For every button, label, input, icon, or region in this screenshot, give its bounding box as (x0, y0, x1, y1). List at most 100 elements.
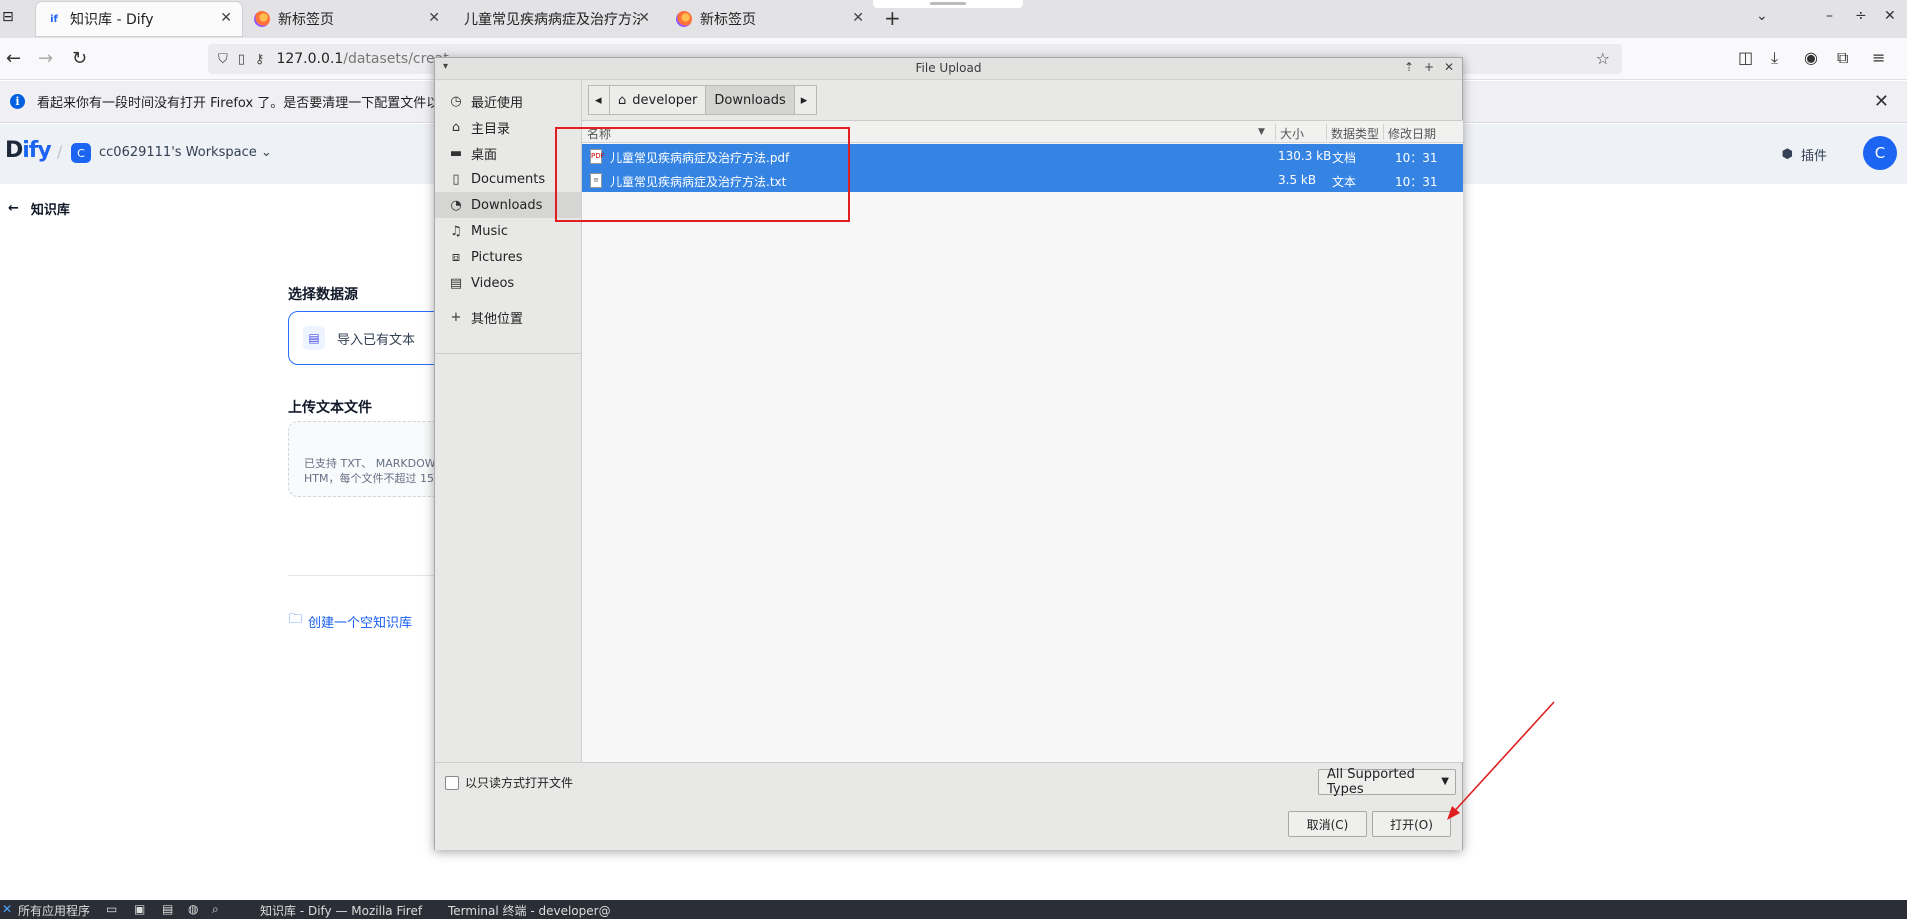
tab-new-2[interactable]: 新标签页 ✕ (666, 2, 874, 36)
upload-dropzone[interactable]: 已支持 TXT、 MARKDOWN HTM，每个文件不超过 15 (288, 421, 458, 497)
workspace-name: cc0629111's Workspace (99, 145, 257, 160)
page-icon: ▯ (237, 51, 245, 67)
forward-arrow-icon[interactable]: → (38, 48, 53, 69)
dify-logo[interactable]: Dify (5, 138, 52, 163)
tab-new-1[interactable]: 新标签页 ✕ (244, 2, 450, 36)
workspace-selector[interactable]: cc0629111's Workspace ⌄ (99, 145, 272, 160)
back-arrow-icon[interactable]: ← (6, 48, 21, 69)
url-text[interactable]: 127.0.0.1/datasets/creat (276, 51, 448, 67)
files-icon[interactable]: ▤ (162, 902, 173, 916)
place-label: Pictures (471, 249, 523, 265)
place-label: Documents (471, 171, 546, 187)
app-menu-icon[interactable]: ✕ (2, 902, 12, 916)
file-modified: 10：31 (1395, 175, 1438, 189)
back-arrow-icon: ← (8, 201, 19, 216)
url-host: 127.0.0.1 (276, 51, 344, 67)
home-icon: ⌂ (451, 119, 461, 135)
taskbar-window-firefox[interactable]: 知识库 - Dify — Mozilla Firef (260, 902, 422, 919)
window-close-icon[interactable]: ✕ (1884, 8, 1896, 24)
plugin-button[interactable]: ⬢ 插件 (1782, 145, 1827, 164)
cancel-button[interactable]: 取消(C) (1288, 811, 1367, 837)
back-to-knowledge[interactable]: ← 知识库 (8, 199, 70, 218)
close-icon[interactable]: ✕ (1874, 91, 1889, 112)
checkbox[interactable] (445, 775, 459, 790)
desktop-icon[interactable]: ▭ (106, 902, 117, 916)
column-modified[interactable]: 修改日期 (1388, 125, 1436, 142)
dialog-maximize-icon[interactable]: + (1424, 60, 1434, 74)
logo-text-accent: ify (22, 138, 51, 163)
file-type: 文本 (1332, 175, 1357, 189)
logo-text: D (5, 138, 23, 163)
url-path: /datasets/creat (343, 51, 449, 67)
column-size[interactable]: 大小 (1280, 125, 1304, 142)
close-icon[interactable]: ✕ (220, 10, 232, 26)
readonly-checkbox[interactable]: 以只读方式打开文件 (445, 774, 573, 791)
extensions-icon[interactable]: ⧉ (1837, 48, 1848, 68)
close-icon[interactable]: ✕ (638, 10, 650, 26)
place-label: Downloads (471, 197, 543, 213)
tab-dify-knowledge[interactable]: if 知识库 - Dify ✕ (36, 2, 242, 36)
sort-down-icon[interactable]: ▼ (1258, 127, 1265, 137)
bookmark-star-icon[interactable]: ☆ (1596, 49, 1610, 68)
close-icon[interactable]: ✕ (428, 10, 440, 26)
download-icon[interactable]: ⤓ (1771, 48, 1778, 68)
firefox-icon (676, 11, 692, 27)
account-icon[interactable]: ◉ (1804, 48, 1818, 67)
empty-kb-label: 创建一个空知识库 (308, 615, 413, 631)
path-developer[interactable]: ⌂ developer (610, 85, 707, 115)
column-type[interactable]: 数据类型 (1331, 125, 1379, 142)
dialog-titlebar[interactable]: ▾ File Upload ⇡ + ✕ (435, 58, 1462, 80)
plus-icon: + (450, 309, 462, 325)
place-other-locations[interactable]: + 其他位置 (435, 304, 581, 330)
pictures-icon: ⧈ (451, 249, 461, 265)
file-modified: 10：31 (1395, 151, 1438, 165)
tab-list-icon[interactable]: ⊟ (2, 9, 20, 27)
download-icon: ◔ (450, 197, 462, 213)
terminal-icon[interactable]: ▣ (134, 902, 145, 916)
minimize-icon[interactable]: – (1826, 8, 1833, 24)
place-label: 桌面 (471, 147, 498, 163)
all-apps-label[interactable]: 所有应用程序 (18, 902, 90, 919)
tab-pdf[interactable]: 儿童常见疾病病症及治疗方法.pd ✕ (454, 2, 660, 36)
home-icon: ⌂ (618, 92, 627, 108)
os-taskbar: ✕ 所有应用程序 ▭ ▣ ▤ ◍ ⌕ 知识库 - Dify — Mozilla … (0, 900, 1907, 919)
shield-icon[interactable]: ⛉ (218, 52, 228, 67)
chevron-down-icon: ⌄ (260, 145, 272, 160)
search-icon[interactable]: ⌕ (212, 902, 219, 917)
path-bar: ◂ ⌂ developer Downloads ▸ (588, 85, 817, 115)
tab-label: 儿童常见疾病病症及治疗方法.pd (464, 12, 640, 28)
key-icon[interactable]: ⚷ (255, 52, 265, 67)
header-divider: / (57, 142, 63, 161)
window-drag-handle[interactable] (873, 0, 1023, 8)
annotation-highlight-box (555, 127, 850, 222)
dialog-title: File Upload (915, 61, 982, 75)
close-icon[interactable]: ✕ (852, 10, 864, 26)
new-tab-button[interactable]: + (884, 6, 901, 30)
maximize-icon[interactable]: ÷ (1855, 8, 1867, 24)
place-videos[interactable]: ▤ Videos (435, 270, 581, 296)
pocket-icon[interactable]: ◫ (1738, 48, 1753, 67)
workspace-badge[interactable]: C (71, 143, 91, 163)
path-right-arrow-icon[interactable]: ▸ (794, 85, 817, 115)
upload-title: 上传文本文件 (288, 400, 372, 416)
file-type: 文档 (1332, 151, 1357, 165)
firefox-icon[interactable]: ◍ (188, 902, 198, 916)
menu-icon[interactable]: ≡ (1872, 48, 1885, 67)
readonly-label: 以只读方式打开文件 (465, 776, 574, 790)
plugin-label: 插件 (1800, 149, 1827, 164)
dialog-minimize-icon[interactable]: ⇡ (1404, 60, 1414, 74)
taskbar-window-terminal[interactable]: Terminal 终端 - developer@ (448, 902, 611, 919)
path-downloads[interactable]: Downloads (706, 85, 795, 115)
place-pictures[interactable]: ⧈ Pictures (435, 244, 581, 270)
dialog-close-icon[interactable]: ✕ (1444, 60, 1454, 74)
avatar[interactable]: C (1863, 136, 1897, 170)
file-type-filter[interactable]: All Supported Types ▼ (1318, 767, 1456, 797)
place-label: 主目录 (471, 121, 511, 137)
place-recent[interactable]: ◷ 最近使用 (435, 88, 581, 114)
create-empty-knowledge-link[interactable]: 🗀 创建一个空知识库 (289, 610, 412, 632)
path-left-arrow-icon[interactable]: ◂ (588, 85, 610, 115)
tab-overflow-chevron-icon[interactable]: ⌄ (1756, 8, 1768, 24)
dialog-footer: 以只读方式打开文件 All Supported Types ▼ 取消(C) 打开… (435, 762, 1462, 850)
open-button[interactable]: 打开(O) (1372, 811, 1451, 837)
reload-icon[interactable]: ↻ (72, 48, 87, 69)
